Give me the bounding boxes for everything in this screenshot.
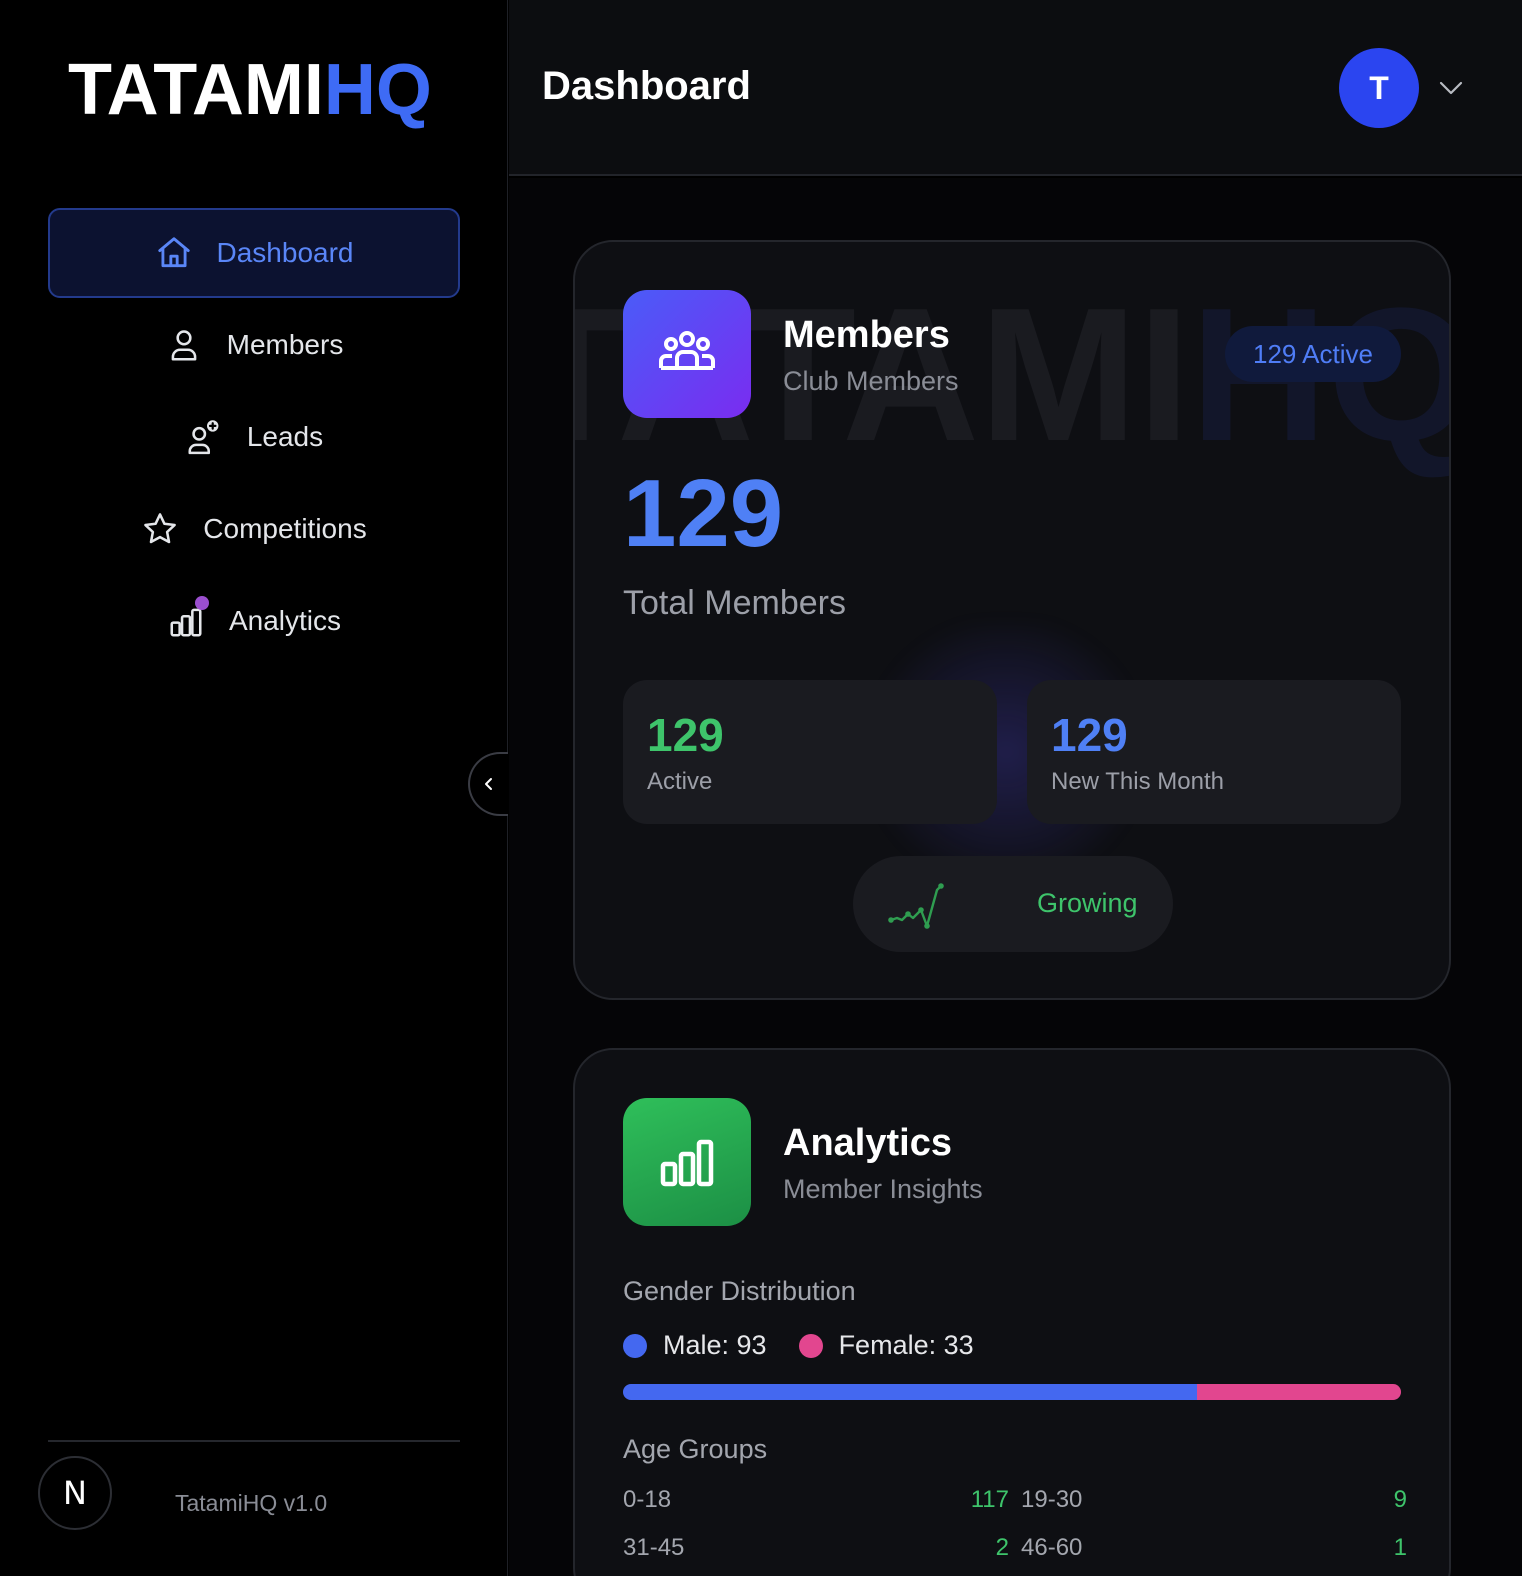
gender-bar-female [1197, 1384, 1401, 1400]
card-title: Analytics [783, 1122, 952, 1164]
card-title: Members [783, 314, 950, 356]
sidebar-item-members[interactable]: Members [48, 300, 460, 390]
sidebar-item-label: Analytics [228, 605, 342, 636]
stat-label: New This Month [1051, 768, 1224, 795]
age-groups-grid: 0-18 117 19-30 9 31-45 2 46-60 1 [623, 1486, 1407, 1562]
new-this-month-stat: 129 New This Month [1027, 680, 1401, 824]
user-avatar-initial: T [1369, 69, 1389, 106]
home-icon [155, 234, 193, 272]
sidebar-item-label: Competitions [203, 513, 367, 544]
workspace-avatar[interactable]: N [38, 1456, 112, 1530]
gender-bar-male [623, 1384, 1198, 1400]
stat-value: 129 [1051, 709, 1128, 761]
bar-chart-icon [167, 596, 209, 640]
active-stat: 129 Active [623, 680, 997, 824]
active-members-badge: 129 Active [1225, 326, 1401, 382]
age-group-row: 31-45 2 [623, 1534, 1009, 1562]
user-avatar[interactable]: T [1339, 48, 1419, 128]
stat-label: Active [647, 768, 713, 795]
user-icon [165, 326, 203, 364]
male-dot [623, 1333, 647, 1358]
age-group-count: 9 [1393, 1486, 1407, 1513]
sidebar-item-label: Members [226, 329, 344, 360]
growth-label: Growing [1037, 888, 1138, 918]
age-group-count: 2 [995, 1534, 1009, 1561]
female-label: Female: 33 [838, 1330, 974, 1360]
age-group-label: 46-60 [1021, 1534, 1083, 1561]
stat-value: 129 [647, 709, 724, 761]
age-group-row: 46-60 1 [1021, 1534, 1407, 1562]
female-dot [798, 1333, 823, 1358]
age-groups-title: Age Groups [623, 1434, 768, 1464]
age-group-label: 19-30 [1021, 1486, 1083, 1513]
growth-indicator: Growing [853, 856, 1173, 952]
sidebar-item-analytics[interactable]: Analytics [48, 576, 460, 666]
sidebar-item-leads[interactable]: Leads [48, 392, 460, 482]
male-label: Male: 93 [663, 1330, 767, 1360]
sidebar-footer-divider [48, 1440, 460, 1442]
star-icon [141, 510, 179, 548]
bar-chart-icon [623, 1098, 751, 1226]
app-version: TatamiHQ v1.0 [175, 1490, 328, 1516]
chevron-left-icon [485, 778, 492, 790]
legend-male: Male: 93 [623, 1330, 767, 1361]
gender-legend: Male: 93 Female: 33 [623, 1330, 1006, 1361]
notification-dot [194, 596, 209, 610]
members-card[interactable]: TATAMIHQ Members Club Members 129 Active… [573, 240, 1451, 1000]
trend-up-icon [888, 883, 944, 929]
brand-logo-part1: TATAMI [68, 50, 324, 130]
age-group-count: 117 [970, 1486, 1009, 1513]
sidebar-item-label: Dashboard [216, 237, 354, 268]
total-members-value: 129 [623, 460, 784, 567]
users-group-icon [623, 290, 751, 418]
user-plus-icon [185, 418, 223, 456]
age-group-label: 31-45 [623, 1534, 685, 1561]
age-group-count: 1 [1393, 1534, 1407, 1561]
workspace-avatar-letter: N [63, 1474, 87, 1512]
brand-logo[interactable]: TATAMIHQ [68, 50, 432, 130]
sidebar-item-label: Leads [246, 421, 324, 452]
chevron-down-icon[interactable] [1437, 76, 1465, 100]
age-group-row: 0-18 117 [623, 1486, 1009, 1514]
analytics-card[interactable]: Analytics Member Insights Gender Distrib… [573, 1048, 1451, 1576]
legend-female: Female: 33 [798, 1330, 974, 1361]
total-members-label: Total Members [623, 584, 846, 622]
page-title: Dashboard [542, 64, 751, 108]
age-group-label: 0-18 [623, 1486, 672, 1513]
sidebar-item-competitions[interactable]: Competitions [48, 484, 460, 574]
sidebar: TATAMIHQ Dashboard Members Leads Competi… [0, 0, 508, 1576]
sidebar-nav: Dashboard Members Leads Competitions Ana… [48, 208, 460, 668]
card-subtitle: Club Members [783, 366, 959, 396]
top-header: Dashboard T [509, 0, 1522, 176]
sidebar-item-dashboard[interactable]: Dashboard [48, 208, 460, 298]
gender-distribution-title: Gender Distribution [623, 1276, 856, 1306]
main-content: TATAMIHQ Members Club Members 129 Active… [509, 178, 1522, 1576]
app-root: TATAMIHQ Dashboard Members Leads Competi… [0, 0, 1522, 1576]
age-group-row: 19-30 9 [1021, 1486, 1407, 1514]
card-subtitle: Member Insights [783, 1174, 983, 1204]
gender-distribution-bar [623, 1384, 1401, 1400]
brand-logo-part2: HQ [323, 50, 432, 130]
